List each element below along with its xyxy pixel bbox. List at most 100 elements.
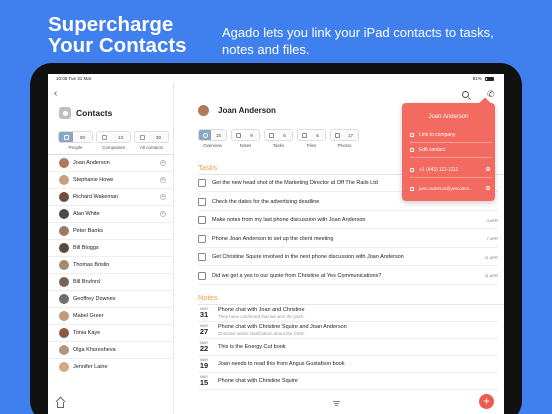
note-row[interactable]: MAR 27 Phone chat with Christine Squire an… [198, 322, 498, 339]
task-row[interactable]: Did we get a yes to our quote from Chris… [198, 268, 498, 285]
link-icon [410, 133, 414, 137]
email-item[interactable]: joan.anderson@yescomm... [410, 186, 492, 191]
phone-icon[interactable]: ✆ [487, 90, 495, 99]
tab-overview[interactable]: 15 Overview [198, 129, 227, 148]
note-row[interactable]: MAR 19 Joan needs to read this from Angus … [198, 356, 498, 373]
list-item[interactable]: Bill Bruford [48, 273, 174, 290]
tab-files[interactable]: 5 Files [297, 129, 326, 148]
category-companies[interactable]: 13 Companies [96, 131, 131, 150]
home-icon[interactable] [57, 402, 64, 408]
list-icon [135, 132, 149, 142]
status-bar: 10:05 Tue 31 Mar 81% [48, 74, 504, 83]
tasks-section-title: Tasks [198, 163, 218, 172]
list-item[interactable]: Thomas Brislin [48, 256, 174, 273]
popover-divider [410, 142, 492, 143]
note-title: Phone chat with Christine Squire [218, 377, 298, 384]
task-checkbox[interactable] [198, 271, 206, 280]
person-name: Bill Bloggs [73, 245, 99, 251]
search-icon[interactable] [462, 91, 469, 98]
contact-name: Joan Anderson [218, 106, 276, 115]
note-day: 19 [199, 361, 209, 370]
list-item[interactable]: Richard Wakeman + [48, 188, 174, 205]
category-people[interactable]: 50 People [58, 131, 93, 150]
person-name: Alan White [73, 211, 100, 217]
link-company-item[interactable]: Link to company [410, 132, 492, 138]
phone-item[interactable]: +1 (443) 111-1111 [410, 167, 492, 173]
avatar [59, 277, 69, 287]
list-item[interactable]: Geoffrey Downes [48, 290, 174, 307]
note-date: MAR 22 [198, 341, 210, 353]
task-row[interactable]: Phone Joan Anderson to set up the client… [198, 231, 498, 248]
add-link-icon[interactable]: + [160, 160, 166, 166]
task-checkbox[interactable] [198, 179, 206, 187]
task-row[interactable]: Get Christine Squire involved in the nex… [198, 249, 498, 266]
contact-header: Joan Anderson [198, 105, 276, 116]
avatar [59, 362, 69, 372]
avatar [59, 175, 69, 185]
tab-photos[interactable]: 17 Photos [330, 129, 359, 148]
avatar [59, 243, 69, 253]
note-row[interactable]: MAR 22 This is the Energy Cut book [198, 339, 498, 356]
task-checkbox[interactable] [198, 216, 206, 224]
person-name: Mabel Greer [73, 313, 104, 319]
note-date: MAR 31 [198, 307, 210, 319]
avatar [59, 294, 69, 304]
list-item[interactable]: Jennifer Laine [48, 358, 174, 375]
note-content: Phone chat with Joan and Christine They h… [218, 307, 305, 320]
task-checkbox[interactable] [198, 253, 206, 261]
list-item[interactable]: Joan Anderson + [48, 154, 174, 171]
category-label: People [68, 145, 83, 150]
task-checkbox[interactable] [198, 197, 206, 206]
list-item[interactable]: Peter Banks [48, 222, 174, 239]
tab-label: Files [306, 143, 317, 148]
battery-percent: 81% [472, 76, 482, 81]
note-day: 22 [199, 344, 209, 353]
note-title: Joan needs to read this from Angus Gusta… [218, 360, 345, 367]
task-text: Phone Joan Anderson to set up the client… [212, 235, 334, 242]
task-row[interactable]: Make notes from my last phone discussion… [198, 212, 498, 229]
list-item[interactable]: Stephanie Howe + [48, 171, 174, 188]
battery-icon [485, 76, 494, 81]
task-text: Make notes from my last phone discussion… [212, 217, 366, 223]
sidebar-title: Contacts [76, 108, 113, 118]
info-icon[interactable] [486, 167, 490, 171]
category-count: 50 [73, 132, 92, 142]
filter-icon[interactable] [333, 401, 340, 406]
task-text: Get the new head shot of the Marketing D… [212, 180, 378, 186]
link-company-label: Link to company [419, 132, 456, 138]
task-date: 11 APR [484, 254, 498, 260]
note-row[interactable]: MAR 31 Phone chat with Joan and Christine T… [198, 305, 498, 322]
add-link-icon[interactable]: + [160, 211, 166, 217]
task-checkbox[interactable] [198, 234, 206, 243]
list-item[interactable]: Bill Bloggs [48, 239, 174, 256]
info-icon[interactable] [486, 186, 490, 190]
note-title: This is the Energy Cut book [218, 343, 286, 350]
list-item[interactable]: Alan White + [48, 205, 174, 222]
tab-tasks[interactable]: 6 Tasks [264, 129, 293, 148]
tab-notes[interactable]: 9 Notes [231, 129, 260, 148]
back-chevron-icon[interactable]: ‹ [54, 89, 57, 99]
tab-label: Tasks [272, 143, 285, 148]
popover-title: Joan Anderson [428, 114, 469, 120]
list-item[interactable]: Tonia Kaye [48, 324, 174, 341]
add-link-icon[interactable]: + [160, 194, 166, 200]
task-date: 7 APR [486, 236, 498, 241]
contact-tabs: 15 Overview 9 Notes 6 Tasks 5 Files 17 P… [198, 129, 363, 148]
category-all-contacts[interactable]: 30 All contacts [134, 131, 169, 150]
edit-contact-item[interactable]: Edit contact [410, 147, 492, 153]
add-link-icon[interactable]: + [160, 177, 166, 183]
email-label: joan.anderson@yescomm... [419, 186, 473, 191]
tab-label: Notes [239, 143, 252, 148]
list-item[interactable]: Olga Khoresheva [48, 341, 174, 358]
person-name: Tonia Kaye [73, 330, 101, 336]
add-button[interactable]: + [479, 394, 494, 409]
task-text: Did we get a yes to our quote from Chris… [212, 272, 382, 279]
note-content: Joan needs to read this from Angus Gusta… [218, 361, 345, 368]
note-content: Phone chat with Christine Squire [218, 378, 298, 385]
avatar [198, 105, 209, 116]
people-icon [59, 132, 73, 142]
person-name: Olga Khoresheva [73, 347, 116, 353]
building-icon [97, 132, 111, 142]
note-row[interactable]: MAR 15 Phone chat with Christine Squire [198, 373, 498, 390]
list-item[interactable]: Mabel Greer [48, 307, 174, 324]
